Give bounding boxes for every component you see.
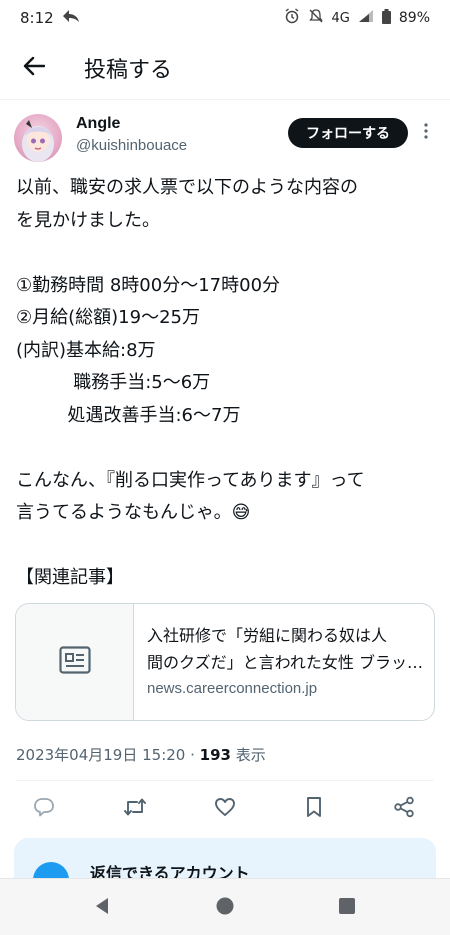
page-title: 投稿する	[84, 57, 173, 83]
card-thumbnail	[16, 604, 134, 720]
retweet-button[interactable]	[115, 786, 155, 832]
card-title: 入社研修で「労組に関わる奴は人 間のクズだ」と言われた女性 ブラック企業	[147, 622, 423, 676]
tweet-line	[16, 237, 436, 270]
signal-icon	[358, 9, 374, 27]
status-time: 8:12	[20, 9, 54, 27]
action-bar	[0, 786, 450, 832]
tweet-line: 職務手当:5〜6万	[16, 372, 211, 393]
more-vertical-icon	[424, 123, 428, 143]
tweet-line	[16, 432, 436, 465]
avatar[interactable]	[14, 114, 62, 162]
tweet-line: こんなん、『削る口実作ってあります』って	[16, 469, 365, 491]
link-card[interactable]: 入社研修で「労組に関わる奴は人 間のクズだ」と言われた女性 ブラック企業 new…	[15, 603, 435, 721]
bookmark-icon	[305, 796, 323, 822]
retweet-icon	[123, 797, 147, 821]
more-button[interactable]	[418, 120, 434, 146]
tweet-text: 以前、職安の求人票で以下のような内容の を見かけました。 ①勤務時間 8時00分…	[16, 172, 436, 595]
share-icon	[393, 796, 415, 822]
like-button[interactable]	[205, 786, 245, 832]
tweet-line: ②月給(総額)19〜25万	[16, 307, 200, 328]
status-bar: 8:12 4G 89%	[0, 0, 450, 36]
tweet-line: 言うてるようなもんじゃ。😅	[16, 502, 251, 523]
recents-square-icon	[338, 897, 356, 919]
tweet-meta: 2023年04月19日 15:20 · 193 表示	[16, 744, 266, 765]
back-button[interactable]	[14, 48, 54, 88]
mute-icon	[308, 8, 324, 28]
card-title-line: 入社研修で「労組に関わる奴は人	[147, 626, 388, 645]
views-count: 193	[199, 746, 231, 764]
tweet-line: 【関連記事】	[16, 567, 124, 588]
tweet-line: 処遇改善手当:6〜7万	[16, 404, 241, 426]
divider	[16, 780, 434, 781]
author-name[interactable]: Angle	[76, 115, 120, 133]
tweet-datetime[interactable]: 2023年04月19日 15:20	[16, 746, 185, 764]
card-title-line: 間のクズだ」と言われた女性 ブラック企業	[147, 653, 423, 672]
author-handle[interactable]: @kuishinbouace	[76, 137, 187, 154]
home-circle-icon	[215, 896, 235, 920]
nav-home-button[interactable]	[214, 897, 236, 919]
card-domain: news.careerconnection.jp	[147, 680, 318, 697]
tweet-line: (内訳)基本給:8万	[16, 339, 156, 361]
nav-back-button[interactable]	[91, 897, 113, 919]
page-header: 投稿する	[0, 36, 450, 100]
share-arrow-icon	[62, 9, 80, 27]
tweet-line: ①勤務時間 8時00分〜17時00分	[16, 274, 281, 296]
tweet-line: 以前、職安の求人票で以下のような内容の	[16, 177, 358, 198]
meta-separator: ·	[185, 746, 200, 764]
bookmark-button[interactable]	[294, 786, 334, 832]
reply-icon	[33, 797, 55, 821]
alarm-icon	[284, 8, 300, 28]
like-icon	[214, 797, 236, 821]
tweet-line	[16, 530, 436, 563]
article-icon	[58, 646, 91, 678]
views-label: 表示	[230, 746, 266, 764]
system-nav-bar	[0, 878, 450, 935]
network-label: 4G	[331, 10, 350, 26]
author-row: Angle @kuishinbouace フォローする	[0, 110, 450, 166]
battery-level: 89%	[398, 10, 430, 26]
arrow-left-icon	[23, 56, 46, 80]
reply-button[interactable]	[24, 786, 64, 832]
follow-button[interactable]: フォローする	[288, 118, 408, 148]
nav-recents-button[interactable]	[336, 897, 358, 919]
battery-icon	[381, 8, 391, 28]
tweet-line: を見かけました。	[16, 209, 160, 231]
back-triangle-icon	[93, 896, 111, 920]
share-button[interactable]	[384, 786, 424, 832]
